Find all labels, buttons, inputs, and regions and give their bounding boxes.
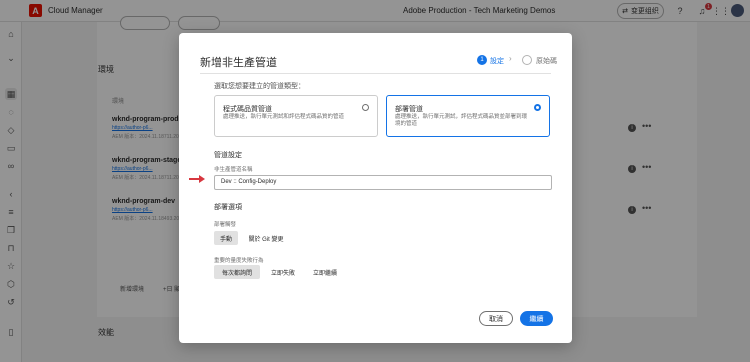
metric-failure-label: 重要的量度失敗行為 [214, 258, 264, 264]
pipeline-type-prompt: 選取您想要建立的管道類型： [214, 83, 305, 90]
divider [200, 73, 551, 74]
cancel-button[interactable]: 取消 [479, 311, 513, 326]
radio-button[interactable] [362, 104, 369, 111]
behavior-ask-every-time[interactable]: 每次都詢問 [214, 265, 260, 279]
chevron-right-icon: › [509, 54, 512, 63]
callout-arrow-head [199, 175, 205, 183]
pipeline-name-input[interactable]: Dev :: Config-Deploy [214, 175, 552, 190]
radio-button-selected[interactable] [534, 104, 541, 111]
trigger-on-git-change[interactable]: 關於 Git 變更 [241, 231, 291, 245]
continue-button[interactable]: 繼續 [520, 311, 553, 326]
step-1-indicator: 1 [477, 55, 487, 65]
dialog-title: 新增非生產管道 [200, 57, 277, 69]
deployment-option[interactable]: 部署管道 處理推送，執行單元測試，評估程式碼品質並部署到環境的管道 [386, 95, 550, 137]
pipeline-name-label: 非生產管道名稱 [214, 167, 253, 173]
step-2-indicator [522, 55, 532, 65]
step-1-label: 設定 [490, 58, 504, 65]
add-pipeline-dialog: 新增非生產管道 1 設定 › 原始碼 選取您想要建立的管道類型： 程式碼品質管道… [179, 33, 572, 343]
behavior-fail-immediately[interactable]: 立即失敗 [263, 265, 303, 279]
behavior-continue-immediately[interactable]: 立即繼續 [305, 265, 345, 279]
deploy-trigger-label: 部署觸發 [214, 222, 237, 228]
pipeline-settings-heading: 管道設定 [214, 152, 242, 159]
code-quality-option[interactable]: 程式碼品質管道 處理推送，執行單元測試和評估程式碼品質的管道 [214, 95, 378, 137]
trigger-manual[interactable]: 手動 [214, 231, 238, 245]
step-2-label: 原始碼 [536, 58, 557, 65]
deploy-options-heading: 部署選項 [214, 204, 242, 211]
